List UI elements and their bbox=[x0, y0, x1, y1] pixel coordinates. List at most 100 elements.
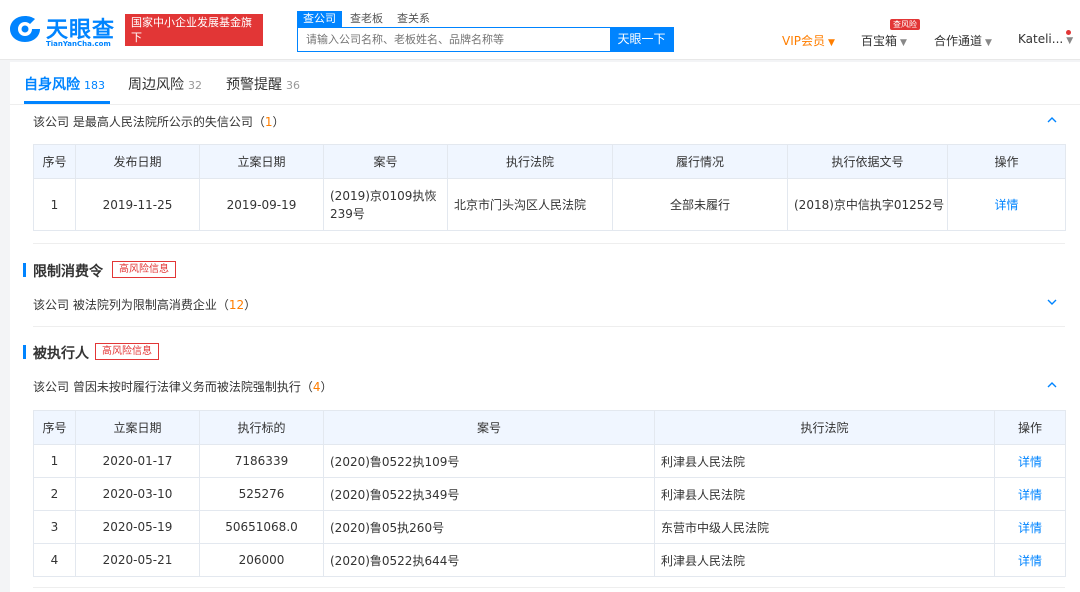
tab-count: 36 bbox=[286, 79, 300, 92]
col-header: 执行法院 bbox=[447, 144, 613, 179]
cell-filing-date: 2020-03-10 bbox=[75, 477, 200, 511]
baobao-menu[interactable]: 百宝箱 ▼ bbox=[861, 32, 907, 49]
summary-text: 该公司 被法院列为限制高消费企业（ bbox=[33, 298, 229, 312]
executed-table: 序号 立案日期 执行标的 案号 执行法院 操作 1 2020-01-17 718… bbox=[33, 410, 1066, 577]
cell-case-number: (2020)鲁05执260号 bbox=[323, 510, 655, 544]
cell-index: 3 bbox=[33, 510, 76, 544]
detail-link[interactable]: 详情 bbox=[1018, 554, 1042, 568]
col-header: 序号 bbox=[33, 410, 76, 445]
user-menu[interactable]: Kateli... ▼ bbox=[1018, 32, 1073, 46]
consumption-summary[interactable]: 该公司 被法院列为限制高消费企业（12） bbox=[33, 296, 256, 313]
table-row: 3 2020-05-19 50651068.0 (2020)鲁05执260号 东… bbox=[33, 510, 1066, 544]
badge-line-1: 国家中小企业发展基金旗下 bbox=[131, 16, 252, 44]
check-risk-flag: 查风险 bbox=[890, 19, 920, 30]
divider bbox=[33, 243, 1065, 244]
risk-tabs: 自身风险 183 周边风险 32 预警提醒 36 bbox=[10, 62, 1080, 105]
section-marker bbox=[23, 345, 26, 359]
summary-count: 12 bbox=[228, 298, 245, 312]
cell-filing-date: 2020-05-21 bbox=[75, 543, 200, 577]
summary-text: 该公司 曾因未按时履行法律义务而被法院强制执行（ bbox=[33, 380, 313, 394]
col-header: 立案日期 bbox=[199, 144, 324, 179]
tab-surrounding-risk[interactable]: 周边风险 32 bbox=[128, 74, 202, 94]
official-badge: 国家中小企业发展基金旗下 官方备案企业征信机构 bbox=[125, 14, 263, 59]
cell-publish-date: 2019-11-25 bbox=[75, 178, 200, 231]
high-risk-tag: 高风险信息 bbox=[95, 343, 159, 360]
col-header: 案号 bbox=[323, 410, 655, 445]
cell-filing-date: 2020-01-17 bbox=[75, 444, 200, 478]
search-input[interactable] bbox=[298, 28, 611, 51]
tab-label: 预警提醒 bbox=[226, 77, 282, 93]
dishonest-table: 序号 发布日期 立案日期 案号 执行法院 履行情况 执行依据文号 操作 1 20… bbox=[33, 144, 1066, 231]
table-row: 1 2019-11-25 2019-09-19 (2019)京0109执恢239… bbox=[33, 178, 1066, 231]
cell-subject-amount: 7186339 bbox=[199, 444, 324, 478]
tab-count: 183 bbox=[84, 79, 105, 92]
col-header: 操作 bbox=[947, 144, 1066, 179]
summary-text: 该公司 是最高人民法院所公示的失信公司（ bbox=[33, 115, 265, 129]
tab-warning[interactable]: 预警提醒 36 bbox=[226, 74, 300, 94]
vip-menu[interactable]: VIP会员 ▼ bbox=[782, 32, 835, 49]
cell-subject-amount: 525276 bbox=[199, 477, 324, 511]
chevron-down-icon[interactable] bbox=[1046, 296, 1058, 308]
top-header: 天眼查 TianYanCha.com 国家中小企业发展基金旗下 官方备案企业征信… bbox=[0, 0, 1080, 60]
cell-basis-doc: (2018)京中信执字01252号 bbox=[787, 178, 948, 231]
chevron-up-icon[interactable] bbox=[1046, 114, 1058, 126]
cell-action: 详情 bbox=[994, 444, 1066, 478]
tianyancha-logo-icon bbox=[10, 16, 40, 42]
cell-court: 利津县人民法院 bbox=[654, 543, 995, 577]
chevron-down-icon: ▼ bbox=[900, 38, 907, 48]
cell-case-number: (2019)京0109执恢239号 bbox=[323, 178, 448, 231]
chevron-down-icon: ▼ bbox=[1066, 36, 1074, 46]
cell-case-number: (2020)鲁0522执109号 bbox=[323, 444, 655, 478]
chevron-up-icon[interactable] bbox=[1046, 379, 1058, 391]
cell-performance: 全部未履行 bbox=[612, 178, 788, 231]
cell-filing-date: 2020-05-19 bbox=[75, 510, 200, 544]
cell-index: 4 bbox=[33, 543, 76, 577]
vip-label: VIP会员 bbox=[782, 34, 825, 48]
tab-search-company[interactable]: 查公司 bbox=[297, 11, 342, 27]
col-header: 发布日期 bbox=[75, 144, 200, 179]
user-name: Kateli... bbox=[1018, 32, 1064, 46]
col-header: 案号 bbox=[323, 144, 448, 179]
summary-close: ） bbox=[320, 380, 333, 394]
col-header: 立案日期 bbox=[75, 410, 200, 445]
tab-search-relation[interactable]: 查关系 bbox=[391, 11, 436, 27]
divider bbox=[33, 326, 1065, 327]
dishonest-summary[interactable]: 该公司 是最高人民法院所公示的失信公司（1） bbox=[33, 113, 284, 130]
tab-label: 自身风险 bbox=[24, 77, 80, 93]
table-header-row: 序号 发布日期 立案日期 案号 执行法院 履行情况 执行依据文号 操作 bbox=[33, 144, 1066, 179]
executed-summary[interactable]: 该公司 曾因未按时履行法律义务而被法院强制执行（4） bbox=[33, 378, 332, 395]
col-header: 执行依据文号 bbox=[787, 144, 948, 179]
detail-link[interactable]: 详情 bbox=[1018, 521, 1042, 535]
detail-link[interactable]: 详情 bbox=[1018, 455, 1042, 469]
cell-court: 利津县人民法院 bbox=[654, 444, 995, 478]
risk-content: 该公司 是最高人民法院所公示的失信公司（1） 序号 发布日期 立案日期 案号 执… bbox=[10, 105, 1080, 592]
table-row: 4 2020-05-21 206000 (2020)鲁0522执644号 利津县… bbox=[33, 543, 1066, 577]
tab-label: 周边风险 bbox=[128, 77, 184, 93]
tab-count: 32 bbox=[188, 79, 202, 92]
logo[interactable]: 天眼查 TianYanCha.com bbox=[8, 12, 123, 52]
col-header: 履行情况 bbox=[612, 144, 788, 179]
cooperation-menu[interactable]: 合作通道 ▼ bbox=[934, 32, 992, 49]
cell-case-number: (2020)鲁0522执349号 bbox=[323, 477, 655, 511]
cell-action: 详情 bbox=[994, 510, 1066, 544]
table-row: 1 2020-01-17 7186339 (2020)鲁0522执109号 利津… bbox=[33, 444, 1066, 478]
detail-link[interactable]: 详情 bbox=[994, 198, 1018, 212]
summary-close: ） bbox=[272, 115, 285, 129]
tab-self-risk[interactable]: 自身风险 183 bbox=[24, 74, 105, 94]
chevron-down-icon: ▼ bbox=[828, 38, 835, 48]
search-button[interactable]: 天眼一下 bbox=[610, 28, 673, 51]
cell-case-number: (2020)鲁0522执644号 bbox=[323, 543, 655, 577]
cell-subject-amount: 206000 bbox=[199, 543, 324, 577]
col-header: 序号 bbox=[33, 144, 76, 179]
cell-action: 详情 bbox=[994, 477, 1066, 511]
col-header: 操作 bbox=[994, 410, 1066, 445]
active-tab-indicator bbox=[24, 101, 110, 104]
search-box: 天眼一下 bbox=[297, 27, 674, 52]
detail-link[interactable]: 详情 bbox=[1018, 488, 1042, 502]
cell-filing-date: 2019-09-19 bbox=[199, 178, 324, 231]
cell-index: 1 bbox=[33, 178, 76, 231]
section-title: 被执行人 bbox=[33, 346, 89, 362]
tab-search-boss[interactable]: 查老板 bbox=[344, 11, 389, 27]
cell-court: 利津县人民法院 bbox=[654, 477, 995, 511]
logo-domain: TianYanCha.com bbox=[46, 40, 111, 48]
